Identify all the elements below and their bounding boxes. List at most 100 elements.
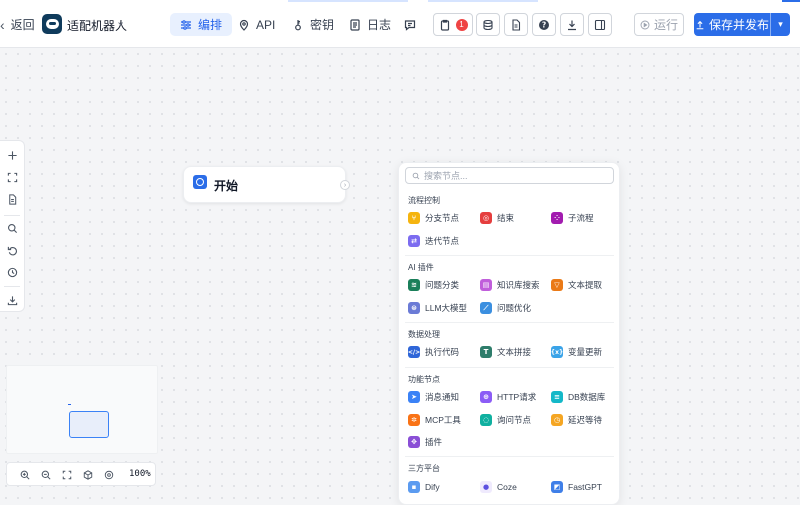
node-item-fastgpt[interactable]: ◩ FastGPT: [551, 481, 602, 493]
minimap[interactable]: [6, 365, 158, 454]
node-item-variable-update[interactable]: {x} 变量更新: [551, 346, 602, 358]
publish-button[interactable]: 保存并发布 ▾: [694, 13, 790, 36]
top-accent-line: [288, 0, 408, 2]
layers-icon: ≋: [408, 279, 420, 291]
branch-icon: ⑂: [408, 212, 420, 224]
node-palette: 流程控制 ⑂分支节点 ◎结束 ⁘子流程 ⇄迭代节点 AI 插件 ≋问题分类 ▤知…: [398, 162, 620, 505]
undo-icon[interactable]: [5, 243, 19, 257]
group-divider: [405, 367, 614, 368]
node-item-http-request[interactable]: ⊕ HTTP请求: [480, 391, 536, 403]
panel-toggle-button[interactable]: [588, 13, 612, 36]
node-item-text-extract[interactable]: ▽ 文本提取: [551, 279, 602, 291]
node-item-database[interactable]: ≡ DB数据库: [551, 391, 605, 403]
download-button[interactable]: [560, 13, 584, 36]
group-title-flow-control: 流程控制: [408, 196, 440, 205]
history-icon[interactable]: [5, 265, 19, 279]
text-icon: T: [480, 346, 492, 358]
node-item-llm[interactable]: ⊜ LLM大模型: [408, 302, 467, 314]
play-circle-icon: [640, 20, 650, 29]
group-title-data-processing: 数据处理: [408, 330, 440, 339]
dify-icon: ▪: [408, 481, 420, 493]
fit-screen-icon[interactable]: [61, 469, 72, 480]
clock-icon: ◷: [551, 414, 563, 426]
node-item-question-classify[interactable]: ≋ 问题分类: [408, 279, 459, 291]
node-item-text-concat[interactable]: T 文本拼接: [480, 346, 531, 358]
node-item-message-notify[interactable]: ➤ 消息通知: [408, 391, 459, 403]
zoom-controls: 100%: [6, 462, 156, 486]
stop-icon: ◎: [480, 212, 492, 224]
node-item-knowledge-search[interactable]: ▤ 知识库搜索: [480, 279, 540, 291]
publish-label: 保存并发布: [708, 18, 769, 32]
start-node[interactable]: 开始 ›: [183, 166, 350, 203]
toolbar-divider: [4, 215, 20, 216]
node-item-delay[interactable]: ◷ 延迟等待: [551, 414, 602, 426]
node-item-coze[interactable]: ● Coze: [480, 481, 517, 493]
node-search[interactable]: [405, 167, 614, 184]
document-icon: [512, 18, 521, 31]
tab-orchestrate[interactable]: 编排: [170, 13, 233, 36]
send-icon: ➤: [408, 391, 420, 403]
top-accent-line: [782, 0, 800, 2]
help-button[interactable]: ?: [532, 13, 556, 36]
clipboard-button[interactable]: 1: [433, 13, 473, 36]
mcp-icon: ✲: [408, 414, 420, 426]
tab-keys[interactable]: 密钥: [282, 13, 344, 36]
note-icon[interactable]: [5, 192, 19, 206]
node-item-iteration[interactable]: ⇄ 迭代节点: [408, 235, 459, 247]
top-bar: ‹ 返回 适配机器人 ⌄ 编排 API 密钥 日志 1 ? 运行 保存并发布 ▾: [0, 0, 800, 48]
left-toolbar: [0, 140, 25, 312]
loop-icon: ⇄: [408, 235, 420, 247]
output-handle-icon[interactable]: ›: [340, 180, 350, 190]
group-divider: [405, 322, 614, 323]
group-divider: [405, 456, 614, 457]
zoom-level: 100%: [129, 469, 151, 479]
group-title-function-nodes: 功能节点: [408, 375, 440, 384]
llm-icon: ⊜: [408, 302, 420, 314]
svg-text:?: ?: [542, 20, 546, 29]
back-label: 返回: [10, 18, 35, 32]
play-icon: [193, 175, 207, 189]
tab-api[interactable]: API: [228, 13, 285, 36]
map-pin-icon: [239, 19, 249, 31]
layout-cube-icon[interactable]: [82, 469, 93, 480]
search-icon[interactable]: [5, 221, 19, 235]
node-item-plugin[interactable]: ✥ 插件: [408, 436, 442, 448]
node-item-end[interactable]: ◎ 结束: [480, 212, 514, 224]
wand-icon: ⟋: [480, 302, 492, 314]
tab-logs[interactable]: 日志: [339, 13, 401, 36]
run-label: 运行: [653, 18, 678, 32]
database-button[interactable]: [476, 13, 500, 36]
node-item-execute-code[interactable]: </> 执行代码: [408, 346, 459, 358]
plus-icon[interactable]: [5, 148, 19, 162]
node-item-branch[interactable]: ⑂ 分支节点: [408, 212, 459, 224]
top-accent-line: [428, 0, 538, 2]
run-button[interactable]: 运行: [634, 13, 684, 36]
node-item-mcp-tool[interactable]: ✲ MCP工具: [408, 414, 461, 426]
toolbar-divider: [4, 286, 20, 287]
chevron-down-icon[interactable]: ⌄: [116, 15, 125, 28]
db-icon: ≡: [551, 391, 563, 403]
notification-badge: 1: [455, 18, 468, 31]
back-button[interactable]: ‹ 返回: [0, 16, 35, 33]
key-icon: [295, 19, 301, 30]
node-item-dify[interactable]: ▪ Dify: [408, 481, 440, 493]
chat-button[interactable]: [396, 13, 424, 36]
node-item-question-optimize[interactable]: ⟋ 问题优化: [480, 302, 531, 314]
node-item-subflow[interactable]: ⁘ 子流程: [551, 212, 594, 224]
node-search-input[interactable]: [424, 170, 604, 181]
fit-view-icon[interactable]: [5, 170, 19, 184]
help-icon: ?: [539, 19, 549, 30]
tab-label: API: [256, 17, 276, 32]
zoom-in-icon[interactable]: [19, 469, 30, 480]
sliders-icon: [181, 19, 191, 30]
clipboard-icon: [440, 19, 449, 31]
start-node-label: 开始: [214, 179, 239, 193]
node-item-ask[interactable]: ◌ 询问节点: [480, 414, 531, 426]
zoom-out-icon[interactable]: [40, 469, 51, 480]
publish-dropdown-chevron-icon[interactable]: ▾: [770, 13, 790, 36]
document-button[interactable]: [504, 13, 528, 36]
target-icon[interactable]: [103, 469, 114, 480]
minimap-viewport[interactable]: [69, 411, 109, 438]
minimap-node: [68, 404, 71, 405]
export-icon[interactable]: [5, 293, 19, 307]
